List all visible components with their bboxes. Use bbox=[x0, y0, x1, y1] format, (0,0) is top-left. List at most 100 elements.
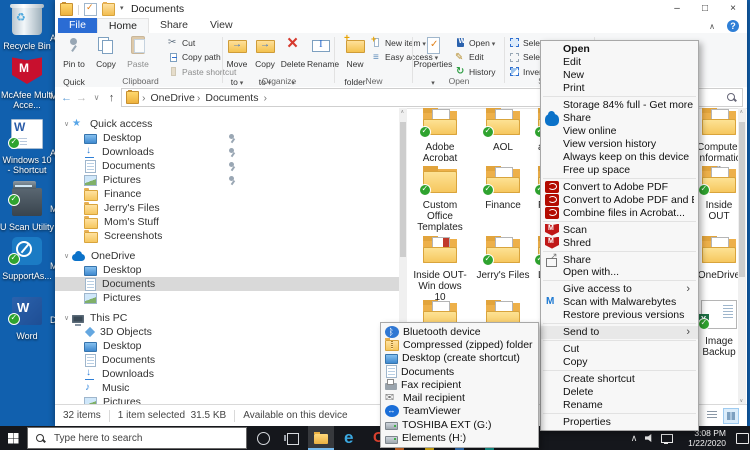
nav-item[interactable]: Jerry's Files bbox=[55, 201, 407, 215]
context-menu-item[interactable]: Convert to Adobe PDF and EMail bbox=[541, 193, 698, 206]
desktop-icon[interactable]: U Scan Utility bbox=[0, 176, 54, 232]
nav-item[interactable]: Pictures bbox=[55, 291, 407, 305]
nav-item[interactable]: This PC bbox=[55, 311, 407, 325]
file-tile[interactable]: Finance bbox=[476, 166, 530, 211]
context-menu-item[interactable]: Edit bbox=[541, 56, 698, 69]
desktop-icon[interactable]: Windows 10 - Shortcut bbox=[0, 119, 54, 176]
ribbon-tab[interactable]: View bbox=[199, 18, 244, 33]
send-to-item[interactable]: Elements (H:) bbox=[381, 431, 538, 444]
send-to-item[interactable]: Mail recipient bbox=[381, 391, 538, 404]
breadcrumb-item[interactable]: OneDrive bbox=[141, 92, 196, 104]
context-menu-item[interactable]: View online bbox=[541, 125, 698, 138]
ribbon-collapse-icon[interactable]: ∧ bbox=[709, 22, 715, 31]
nav-item[interactable]: OneDrive bbox=[55, 249, 407, 263]
context-menu-item[interactable]: Cut bbox=[541, 343, 698, 356]
desktop-icon[interactable]: McAfee Multi Acce... bbox=[0, 56, 54, 111]
context-menu-item[interactable]: Send to bbox=[541, 326, 698, 339]
maximize-button[interactable]: □ bbox=[691, 0, 719, 18]
file-tile[interactable]: Custom Office Templates bbox=[413, 166, 467, 233]
file-tile[interactable]: OneDrive bbox=[696, 236, 742, 281]
context-menu-item[interactable]: Create shortcut bbox=[541, 373, 698, 386]
desktop-icon[interactable]: SupportAs... bbox=[0, 235, 54, 281]
nav-item[interactable]: Pictures bbox=[55, 173, 407, 187]
file-tile[interactable]: AOL bbox=[476, 108, 530, 153]
file-tile[interactable]: Jerry's Files bbox=[476, 236, 530, 281]
forward-button[interactable]: → bbox=[74, 92, 89, 104]
nav-item[interactable]: Documents bbox=[55, 159, 407, 173]
scrollbar-thumb[interactable] bbox=[400, 122, 406, 257]
send-to-item[interactable]: Fax recipient bbox=[381, 378, 538, 391]
nav-item[interactable]: 3D Objects bbox=[55, 325, 407, 339]
ribbon-small-button[interactable]: Cut bbox=[168, 36, 224, 49]
ribbon-tab[interactable]: Home bbox=[97, 18, 149, 33]
context-menu-item[interactable]: Always keep on this device bbox=[541, 151, 698, 164]
context-menu-item[interactable]: View version history bbox=[541, 138, 698, 151]
nav-item[interactable]: Documents bbox=[55, 277, 407, 291]
taskbar-search[interactable] bbox=[27, 427, 247, 449]
action-center-icon[interactable] bbox=[732, 426, 748, 450]
recent-locations-icon[interactable]: ∨ bbox=[89, 93, 104, 102]
send-to-item[interactable]: Documents bbox=[381, 365, 538, 378]
nav-item[interactable]: Finance bbox=[55, 187, 407, 201]
expander-chevron-icon[interactable] bbox=[61, 314, 72, 322]
context-menu-item[interactable]: Combine files in Acrobat... bbox=[541, 206, 698, 219]
nav-item[interactable]: Desktop bbox=[55, 339, 407, 353]
large-icons-view-icon[interactable] bbox=[723, 408, 739, 424]
close-button[interactable]: × bbox=[719, 0, 747, 18]
context-menu-item[interactable]: Print bbox=[541, 82, 698, 95]
help-icon[interactable]: ? bbox=[727, 20, 739, 32]
file-tile[interactable]: Adobe Acrobat bbox=[413, 108, 467, 164]
nav-item[interactable]: Desktop bbox=[55, 263, 407, 277]
send-to-item[interactable]: TOSHIBA EXT (G:) bbox=[381, 418, 538, 431]
breadcrumb-item[interactable]: Documents bbox=[196, 92, 260, 104]
expander-chevron-icon[interactable] bbox=[61, 120, 72, 128]
context-menu-item[interactable]: Scan with Malwarebytes bbox=[541, 296, 698, 309]
context-menu-item[interactable]: New bbox=[541, 69, 698, 82]
expander-chevron-icon[interactable] bbox=[61, 252, 72, 260]
details-view-icon[interactable] bbox=[705, 408, 719, 422]
context-menu-item[interactable]: Share bbox=[541, 112, 698, 125]
file-tile[interactable]: Inside OUT-Win dows 10 bbox=[413, 236, 467, 303]
context-menu-item[interactable]: Open with... bbox=[541, 266, 698, 279]
nav-item[interactable]: Quick access bbox=[55, 117, 407, 131]
send-to-item[interactable]: Bluetooth device bbox=[381, 325, 538, 338]
qat-properties-icon[interactable] bbox=[84, 3, 97, 16]
ribbon-small-button[interactable]: Copy path bbox=[168, 51, 224, 64]
send-to-item[interactable]: TeamViewer bbox=[381, 405, 538, 418]
ribbon-small-button[interactable]: New item bbox=[371, 36, 413, 49]
context-menu-item[interactable]: Convert to Adobe PDF bbox=[541, 180, 698, 193]
nav-item[interactable]: Music bbox=[55, 381, 407, 395]
nav-item[interactable]: Mom's Stuff bbox=[55, 215, 407, 229]
context-menu-item[interactable]: Delete bbox=[541, 386, 698, 399]
desktop-icon[interactable]: Recycle Bin bbox=[0, 4, 54, 51]
ribbon-small-button[interactable]: Open bbox=[455, 36, 505, 49]
context-menu-item[interactable]: Shred bbox=[541, 236, 698, 249]
cortana-icon[interactable] bbox=[250, 426, 276, 450]
minimize-button[interactable]: – bbox=[663, 0, 691, 18]
ribbon-tab[interactable]: Share bbox=[149, 18, 199, 33]
qat-customize-arrow-icon[interactable] bbox=[120, 4, 128, 15]
send-to-item[interactable]: Compressed (zipped) folder bbox=[381, 338, 538, 351]
qat-new-folder-icon[interactable] bbox=[102, 3, 115, 16]
send-to-item[interactable]: Desktop (create shortcut) bbox=[381, 352, 538, 365]
start-button[interactable] bbox=[0, 426, 26, 450]
context-menu-item[interactable]: Properties bbox=[541, 415, 698, 428]
context-menu-item[interactable]: Storage 84% full - Get more bbox=[541, 99, 698, 112]
context-menu-item[interactable]: Share bbox=[541, 253, 698, 266]
nav-item[interactable]: Downloads bbox=[55, 367, 407, 381]
context-menu-item[interactable]: Free up space bbox=[541, 163, 698, 176]
file-explorer-taskbar-icon[interactable] bbox=[308, 426, 334, 450]
context-menu-item[interactable]: Open bbox=[541, 43, 698, 56]
scrollbar-thumb[interactable] bbox=[739, 122, 745, 277]
desktop-icon[interactable]: Word bbox=[0, 295, 54, 341]
edge-taskbar-icon[interactable] bbox=[337, 426, 363, 450]
up-button[interactable]: ↑ bbox=[104, 92, 119, 104]
ribbon-tab[interactable]: File bbox=[58, 18, 97, 33]
nav-item[interactable]: Downloads bbox=[55, 145, 407, 159]
taskbar-search-input[interactable] bbox=[52, 432, 206, 445]
file-scrollbar[interactable] bbox=[738, 108, 746, 405]
nav-item[interactable]: Screenshots bbox=[55, 229, 407, 243]
back-button[interactable]: ← bbox=[59, 92, 74, 104]
context-menu-item[interactable]: Rename bbox=[541, 398, 698, 411]
context-menu-item[interactable]: Scan bbox=[541, 223, 698, 236]
